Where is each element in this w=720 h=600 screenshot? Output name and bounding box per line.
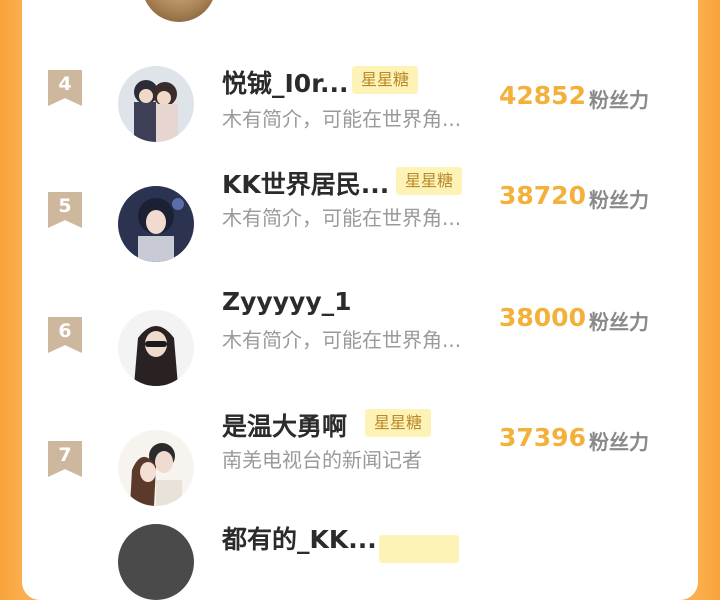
badge-tag bbox=[379, 535, 459, 563]
user-bio: 木有简介，可能在世界角... bbox=[222, 328, 462, 352]
leaderboard-row[interactable]: 5 KK世界居民... 星星糖 木有简介，可能在世界角... 38720 粉丝力 bbox=[22, 148, 698, 268]
rank-badge: 4 bbox=[48, 70, 82, 106]
badge-tag: 星星糖 bbox=[365, 409, 432, 437]
rank-badge: 7 bbox=[48, 441, 82, 477]
avatar[interactable] bbox=[118, 186, 194, 262]
user-name[interactable]: 是温大勇啊 bbox=[222, 407, 347, 443]
user-name[interactable]: KK世界居民... bbox=[222, 165, 389, 201]
leaderboard-row[interactable]: 4 悦铖_I0r... 星星糖 木有简介，可能在世界角... 42852 粉丝力 bbox=[22, 28, 698, 148]
avatar[interactable] bbox=[118, 430, 194, 506]
fan-score-label: 粉丝力 bbox=[589, 310, 649, 334]
user-name[interactable]: 悦铖_I0r... bbox=[222, 64, 348, 100]
rank-badge: 6 bbox=[48, 317, 82, 353]
avatar[interactable] bbox=[118, 66, 194, 142]
user-bio: 木有简介，可能在世界角... bbox=[222, 206, 462, 230]
user-name[interactable]: Zyyyyy_1 bbox=[222, 287, 352, 316]
fan-score-label: 粉丝力 bbox=[589, 430, 649, 454]
avatar[interactable] bbox=[142, 0, 216, 22]
fan-score: 38720 bbox=[499, 181, 586, 210]
leaderboard-panel: 4 悦铖_I0r... 星星糖 木有简介，可能在世界角... 42852 粉丝力… bbox=[22, 0, 698, 600]
rank-badge: 5 bbox=[48, 192, 82, 228]
user-bio: 南羌电视台的新闻记者 bbox=[222, 448, 422, 472]
fan-score-label: 粉丝力 bbox=[589, 188, 649, 212]
leaderboard-row[interactable]: 7 是温大勇啊 星星糖 南羌电视台的新闻记者 37396 粉丝力 bbox=[22, 390, 698, 510]
user-bio: 木有简介，可能在世界角... bbox=[222, 107, 462, 131]
leaderboard-row[interactable]: 6 Zyyyyy_1 木有简介，可能在世界角... 38000 粉丝力 bbox=[22, 270, 698, 390]
avatar[interactable] bbox=[118, 524, 194, 600]
badge-tag: 星星糖 bbox=[352, 66, 419, 94]
avatar[interactable] bbox=[118, 310, 194, 386]
fan-score: 37396 bbox=[499, 423, 586, 452]
user-name[interactable]: 都有的_KK... bbox=[222, 520, 377, 556]
badge-tag: 星星糖 bbox=[396, 167, 463, 195]
fan-score-label: 粉丝力 bbox=[589, 88, 649, 112]
fan-score: 42852 bbox=[499, 81, 586, 110]
fan-score: 38000 bbox=[499, 303, 586, 332]
